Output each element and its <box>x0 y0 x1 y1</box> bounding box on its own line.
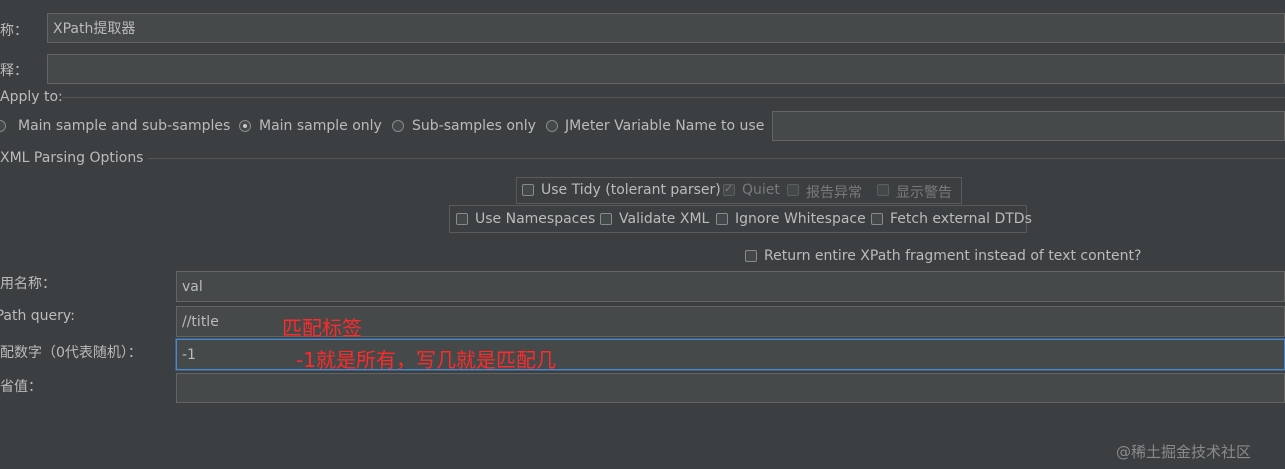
use-namespaces-checkbox[interactable] <box>456 213 468 225</box>
radio-main-only-label[interactable]: Main sample only <box>259 118 382 134</box>
radio-sub-only-label[interactable]: Sub-samples only <box>412 118 536 134</box>
return-fragment-checkbox[interactable] <box>745 250 757 262</box>
validate-xml-label[interactable]: Validate XML <box>619 211 709 227</box>
quiet-checkbox <box>723 182 735 196</box>
ref-name-input[interactable]: val <box>176 271 1285 302</box>
comment-input[interactable] <box>47 54 1285 84</box>
report-errors-label: 报告异常 <box>806 185 862 201</box>
report-errors-checkbox <box>787 184 799 196</box>
radio-main-only[interactable] <box>239 120 251 132</box>
apply-to-title: Apply to: <box>0 89 63 105</box>
xml-parsing-divider <box>148 158 1285 159</box>
use-namespaces-label[interactable]: Use Namespaces <box>475 211 595 227</box>
match-number-label: 匹配数字（0代表随机）： <box>0 345 142 361</box>
default-value-input[interactable] <box>176 373 1285 403</box>
comment-label: 注释： <box>0 63 28 79</box>
apply-to-divider <box>62 97 1285 98</box>
ignore-whitespace-label[interactable]: Ignore Whitespace <box>735 211 866 227</box>
fetch-dtds-checkbox[interactable] <box>871 213 883 225</box>
name-input[interactable]: XPath提取器 <box>47 13 1285 43</box>
ref-name-label: 引用名称： <box>0 276 56 292</box>
quiet-label: Quiet <box>742 182 780 198</box>
xpath-query-label: XPath query: <box>0 308 75 324</box>
show-warnings-checkbox <box>877 184 889 196</box>
watermark: @稀土掘金技术社区 <box>1116 443 1252 461</box>
xml-parsing-title: XML Parsing Options <box>0 150 144 166</box>
name-label: 名称： <box>0 23 28 39</box>
annotation-match-all: -1就是所有，写几就是匹配几 <box>296 348 556 372</box>
validate-xml-checkbox[interactable] <box>600 213 612 225</box>
radio-jmeter-variable-label[interactable]: JMeter Variable Name to use <box>565 118 764 134</box>
return-fragment-label[interactable]: Return entire XPath fragment instead of … <box>764 248 1141 264</box>
jmeter-variable-input[interactable] <box>772 111 1285 141</box>
radio-main-and-sub-label[interactable]: Main sample and sub-samples <box>18 118 230 134</box>
radio-jmeter-variable[interactable] <box>546 120 558 132</box>
radio-main-and-sub[interactable] <box>0 120 6 132</box>
show-warnings-label: 显示警告 <box>896 185 952 201</box>
fetch-dtds-label[interactable]: Fetch external DTDs <box>890 211 1032 227</box>
radio-sub-only[interactable] <box>392 120 404 132</box>
use-tidy-checkbox[interactable] <box>522 184 534 196</box>
ignore-whitespace-checkbox[interactable] <box>716 213 728 225</box>
default-value-label: 缺省值： <box>0 379 42 395</box>
annotation-match-tag: 匹配标签 <box>282 316 362 340</box>
use-tidy-label[interactable]: Use Tidy (tolerant parser) <box>541 182 721 198</box>
